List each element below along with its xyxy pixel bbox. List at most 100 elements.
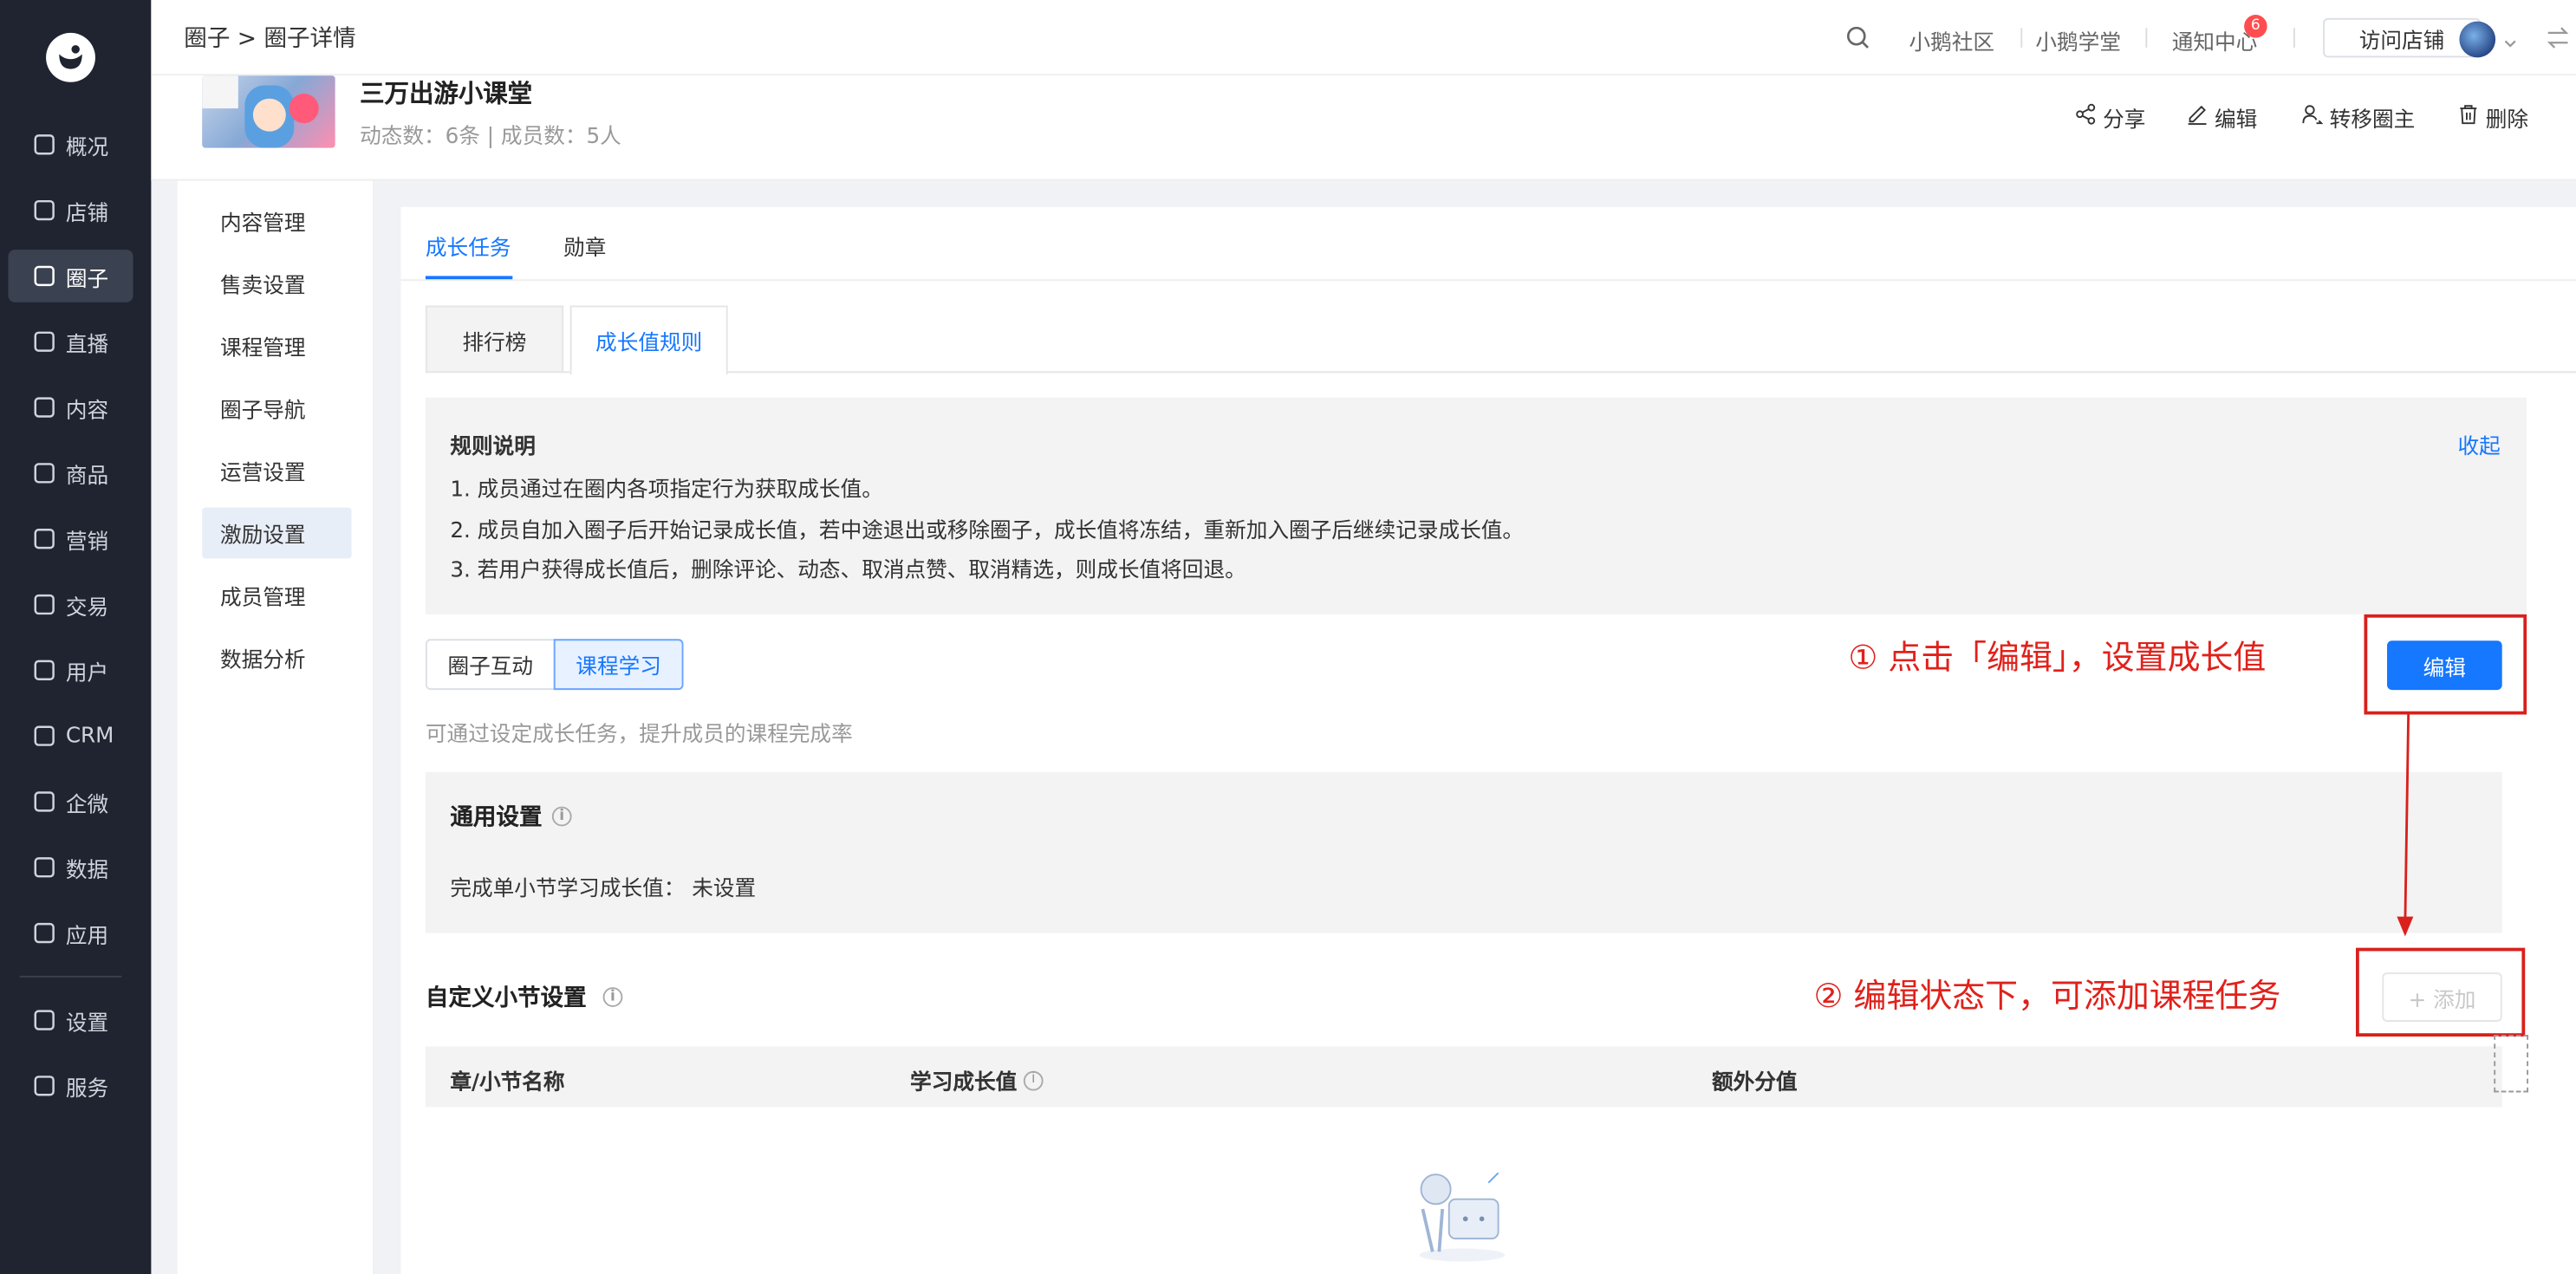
delete-circle-button[interactable]: 删除: [2458, 102, 2529, 133]
sidebar-item-label: 数据: [65, 858, 109, 883]
sidebar-item-label: 用户: [65, 660, 109, 686]
avatar[interactable]: [2459, 21, 2496, 58]
collapse-link[interactable]: 收起: [2458, 429, 2501, 459]
segment-course-learning[interactable]: 课程学习: [553, 639, 684, 691]
highlight-box-add: [2356, 947, 2526, 1037]
bag-icon: [33, 462, 56, 485]
header-separator: [2145, 28, 2148, 48]
table-header: 章/小节名称 学习成长值 i 额外分值: [425, 1046, 2502, 1108]
top-header: 圈子 > 圈子详情 小鹅社区 小鹅学堂 通知中心 6 访问店铺: [151, 0, 2576, 76]
header-separator: [2020, 28, 2023, 48]
sidebar-item-label: 概况: [65, 135, 109, 160]
sidebar-item-label: 应用: [65, 924, 109, 949]
sidebar-item-5[interactable]: 商品: [8, 447, 179, 500]
live-icon: [33, 330, 56, 354]
info-icon[interactable]: i: [551, 806, 572, 827]
general-settings-panel: 通用设置 i 完成单小节学习成长值： 未设置: [425, 771, 2502, 933]
app-logo[interactable]: [46, 32, 95, 82]
menu-item-2[interactable]: 课程管理: [202, 321, 351, 372]
breadcrumb[interactable]: 圈子 > 圈子详情: [184, 22, 355, 55]
switch-icon[interactable]: [2545, 24, 2571, 57]
edit-circle-button[interactable]: 编辑: [2187, 102, 2258, 133]
circle-title: 三万出游小课堂: [360, 78, 533, 109]
sidebar-item-2[interactable]: 圈子: [8, 250, 133, 302]
sidebar-item-8[interactable]: 用户: [8, 644, 179, 697]
sidebar-item-label: 圈子: [65, 267, 109, 292]
sidebar-bottom-item-1[interactable]: 服务: [8, 1060, 179, 1113]
rule-line: 3. 若用户获得成长值后，删除评论、动态、取消点赞、取消精选，则成长值将回退。: [450, 558, 1246, 583]
custom-section-title: 自定义小节设置: [425, 985, 587, 1012]
sidebar-item-6[interactable]: 营销: [8, 512, 179, 565]
transfer-owner-button[interactable]: 转移圈主: [2301, 102, 2415, 133]
segment-circle-interaction[interactable]: 圈子互动: [425, 639, 556, 691]
menu-item-0[interactable]: 内容管理: [202, 196, 351, 247]
rule-line: 1. 成员通过在圈内各项指定行为获取成长值。: [450, 478, 883, 503]
sidebar-bottom-item-0[interactable]: 设置: [8, 994, 179, 1047]
sidebar-item-1[interactable]: 店铺: [8, 184, 179, 237]
section-growth-label: 完成单小节学习成长值：: [450, 877, 686, 902]
notification-badge: 6: [2244, 15, 2267, 38]
sidebar-item-label: 内容: [65, 398, 109, 424]
user-icon: [33, 659, 56, 682]
subtabs-divider: [425, 371, 2576, 374]
sidebar-item-7[interactable]: 交易: [8, 578, 179, 631]
rules-panel: 规则说明 收起 1. 成员通过在圈内各项指定行为获取成长值。 2. 成员自加入圈…: [425, 397, 2527, 614]
sidebar-item-9[interactable]: CRM: [8, 710, 179, 763]
service-icon: [33, 1075, 56, 1098]
visit-store-button[interactable]: 访问店铺: [2323, 17, 2482, 58]
section-growth-value: 未设置: [692, 877, 757, 902]
sidebar-item-label: 店铺: [65, 201, 109, 226]
menu-item-7[interactable]: 数据分析: [202, 633, 351, 684]
store-icon: [33, 198, 56, 222]
share-icon: [2075, 103, 2103, 131]
pencil-icon: [2187, 103, 2215, 131]
chevron-down-icon[interactable]: [2502, 28, 2519, 59]
header-link-academy[interactable]: 小鹅学堂: [2035, 24, 2121, 55]
sidebar-item-label: 直播: [65, 332, 109, 358]
sidebar-item-4[interactable]: 内容: [8, 381, 179, 434]
sidebar-item-10[interactable]: 企微: [8, 776, 179, 829]
transfer-owner-label: 转移圈主: [2329, 108, 2416, 133]
wecom-icon: [33, 790, 56, 814]
menu-item-1[interactable]: 售卖设置: [202, 258, 351, 309]
sidebar-item-3[interactable]: 直播: [8, 315, 179, 368]
info-icon[interactable]: i: [602, 987, 623, 1007]
circle-cover-image: [202, 75, 335, 148]
apps-icon: [33, 921, 56, 945]
share-label: 分享: [2103, 108, 2146, 133]
dashed-placeholder-box: [2494, 1035, 2529, 1093]
highlight-box-edit: [2364, 614, 2527, 715]
subtab-growth-rules[interactable]: 成长值规则: [569, 305, 728, 375]
rule-line: 2. 成员自加入圈子后开始记录成长值，若中途退出或移除圈子，成长值将冻结，重新加…: [450, 518, 1525, 544]
sidebar-item-label: 营销: [65, 530, 109, 555]
gear-icon: [33, 1009, 56, 1032]
annotation-arrow: [2397, 712, 2414, 937]
menu-item-4[interactable]: 运营设置: [202, 445, 351, 497]
trash-icon: [2458, 103, 2486, 131]
menu-item-3[interactable]: 圈子导航: [202, 383, 351, 434]
annotation-step2: ② 编辑状态下，可添加课程任务: [1813, 975, 2281, 1016]
share-button[interactable]: 分享: [2075, 102, 2146, 133]
document-icon: [33, 396, 56, 419]
sidebar-item-label: 商品: [65, 464, 109, 489]
sidebar-item-12[interactable]: 应用: [8, 907, 179, 959]
menu-item-6[interactable]: 成员管理: [202, 570, 351, 621]
subtab-leaderboard[interactable]: 排行榜: [425, 305, 564, 374]
circle-settings-menu: 内容管理售卖设置课程管理圈子导航运营设置激励设置成员管理数据分析: [177, 180, 375, 1274]
tabs-divider: [400, 279, 2576, 282]
active-tab-indicator: [425, 276, 513, 280]
info-icon[interactable]: i: [1023, 1069, 1044, 1090]
edit-circle-label: 编辑: [2214, 108, 2258, 133]
header-link-community[interactable]: 小鹅社区: [1909, 24, 1994, 55]
circle-info-bar: 三万出游小课堂 动态数：6条 | 成员数：5人 分享 编辑 转移圈主 删除: [151, 75, 2576, 181]
search-icon[interactable]: [1845, 24, 1871, 57]
main-content: 成长任务 勋章 排行榜 成长值规则 规则说明 收起 1. 成员通过在圈内各项指定…: [400, 206, 2576, 1274]
tab-badges[interactable]: 勋章: [563, 230, 606, 261]
tab-growth-tasks[interactable]: 成长任务: [426, 230, 511, 261]
menu-item-5[interactable]: 激励设置: [202, 507, 352, 559]
delete-circle-label: 删除: [2485, 108, 2529, 133]
community-icon: [33, 264, 56, 288]
sidebar-item-label: 设置: [65, 1011, 109, 1037]
sidebar-item-label: 服务: [65, 1076, 109, 1102]
sidebar-item-11[interactable]: 数据: [8, 841, 179, 894]
